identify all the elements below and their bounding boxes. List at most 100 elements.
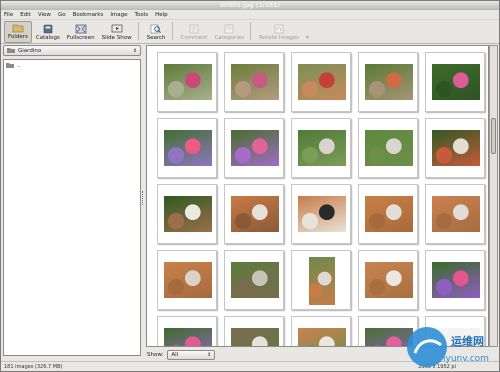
catalog-icon (42, 24, 54, 34)
thumbnail-image (365, 64, 413, 100)
menu-help[interactable]: Help (155, 12, 168, 18)
thumbnail-image (298, 130, 346, 166)
comment-icon (188, 24, 200, 34)
thumbnail-image (231, 130, 279, 166)
thumbnail-cat-row5[interactable] (224, 316, 284, 346)
tree-item-label: .. (17, 63, 21, 69)
catalogs-button[interactable]: Catalogs (33, 21, 63, 43)
thumbnail-image (309, 257, 335, 305)
fullscreen-icon (75, 24, 87, 34)
search-icon (150, 24, 162, 34)
thumbnail-garden-shrub[interactable] (224, 250, 284, 310)
thumbnail-cat-in-garden[interactable] (291, 118, 351, 178)
toolbar: Folders Catalogs Fullscreen Slide Show S… (1, 20, 499, 44)
catalogs-label: Catalogs (35, 35, 60, 41)
thumbnail-pink-rose-2[interactable] (157, 118, 217, 178)
vertical-scrollbar[interactable] (489, 45, 498, 347)
thumbnail-image (298, 64, 346, 100)
chevron-updown-icon: ⇕ (207, 351, 212, 358)
menu-bookmarks[interactable]: Bookmarks (73, 12, 104, 18)
thumbnail-flowers-pots[interactable] (157, 52, 217, 112)
menu-file[interactable]: File (4, 12, 13, 18)
thumbnail-cat-close[interactable] (358, 250, 418, 310)
folders-button[interactable]: Folders (4, 21, 32, 43)
thumbnail-rose-purple[interactable] (425, 250, 485, 310)
location-combo[interactable]: Giardino ⇕ (3, 45, 141, 56)
chevron-down-icon: ▾ (305, 35, 309, 41)
thumbnail-cat-sitting[interactable] (157, 250, 217, 310)
thumbnail-pot-plant[interactable] (358, 52, 418, 112)
thumbnail-grid[interactable] (146, 45, 489, 347)
thumbnail-flowers-pots-2[interactable] (224, 52, 284, 112)
toolbar-separator (250, 22, 252, 40)
thumbnail-image (164, 64, 212, 100)
search-button[interactable]: Search (144, 21, 169, 43)
filter-value: All (171, 351, 179, 358)
thumbnail-image (164, 328, 212, 346)
thumbnail-image (231, 262, 279, 298)
chevron-updown-icon: ⇕ (132, 47, 137, 54)
thumbnail-cat-row5-2[interactable] (291, 316, 351, 346)
rotate-icon (273, 24, 285, 34)
watermark-url: iyunv.com (443, 354, 489, 364)
rotate-dropdown[interactable]: ▾ (303, 21, 312, 43)
toolbar-separator (171, 22, 173, 40)
filter-combo[interactable]: All ⇕ (167, 349, 216, 360)
thumbnail-cats-floor[interactable] (224, 184, 284, 244)
scrollbar-thumb[interactable] (491, 118, 496, 154)
thumbnail-pot-red-flowers[interactable] (291, 52, 351, 112)
thumbnail-image (164, 196, 212, 232)
menu-image[interactable]: Image (110, 12, 127, 18)
categories-icon (223, 24, 235, 34)
filter-label: Show: (147, 351, 164, 358)
folder-icon (12, 23, 24, 33)
thumbnail-image (432, 262, 480, 298)
thumbnail-image (432, 64, 480, 100)
window-title: 00001.jpg (1/181) (1, 1, 499, 10)
thumbnail-image (365, 262, 413, 298)
thumbnail-image (298, 328, 346, 346)
thumbnail-image (298, 196, 346, 232)
rotate-button[interactable]: Rotate Images (256, 21, 302, 43)
slideshow-button[interactable]: Slide Show (99, 21, 135, 43)
fullscreen-label: Fullscreen (66, 35, 95, 41)
thumbnail-cat-portrait[interactable] (291, 250, 351, 310)
thumbnail-image (365, 196, 413, 232)
image-count: 181 images (326.7 MB) (4, 363, 63, 370)
thumbnail-rose-row5[interactable] (157, 316, 217, 346)
thumbnail-cat-tiles[interactable] (358, 184, 418, 244)
menu-view[interactable]: View (38, 12, 51, 18)
thumbnail-cat-wall[interactable] (425, 118, 485, 178)
slideshow-icon (111, 24, 123, 34)
thumbnail-cat-tiles-2[interactable] (425, 184, 485, 244)
tree-item-parent[interactable]: .. (6, 62, 138, 70)
comment-label: Comment (180, 35, 208, 41)
menu-tools[interactable]: Tools (135, 12, 149, 18)
folder-icon (7, 47, 15, 55)
thumbnail-rose-bush[interactable] (224, 118, 284, 178)
fullscreen-button[interactable]: Fullscreen (64, 21, 98, 43)
thumbnail-image (365, 130, 413, 166)
thumbnail-image (432, 196, 480, 232)
thumbnail-cat-hedge[interactable] (157, 184, 217, 244)
comment-button[interactable]: Comment (178, 21, 211, 43)
categories-button[interactable]: Categories (211, 21, 247, 43)
menu-bar: File Edit View Go Bookmarks Image Tools … (1, 10, 499, 20)
thumbnail-image (164, 130, 212, 166)
watermark-logo: 运维网 iyunv.com (399, 323, 499, 371)
thumbnail-cats-lawn[interactable] (358, 118, 418, 178)
folder-panel: Giardino ⇕ .. (3, 45, 141, 358)
app-window: 00001.jpg (1/181) File Edit View Go Book… (0, 0, 500, 372)
thumbnail-pink-rose[interactable] (425, 52, 485, 112)
thumbnail-image (164, 262, 212, 298)
categories-label: Categories (214, 35, 245, 41)
thumbnail-image (231, 196, 279, 232)
watermark-title: 运维网 (451, 334, 484, 348)
pane-splitter[interactable] (142, 191, 144, 205)
folders-label: Folders (8, 34, 28, 40)
thumbnail-image (231, 328, 279, 346)
menu-edit[interactable]: Edit (20, 12, 31, 18)
thumbnail-cats-floor-2[interactable] (291, 184, 351, 244)
folder-tree[interactable]: .. (3, 59, 141, 356)
menu-go[interactable]: Go (58, 12, 66, 18)
